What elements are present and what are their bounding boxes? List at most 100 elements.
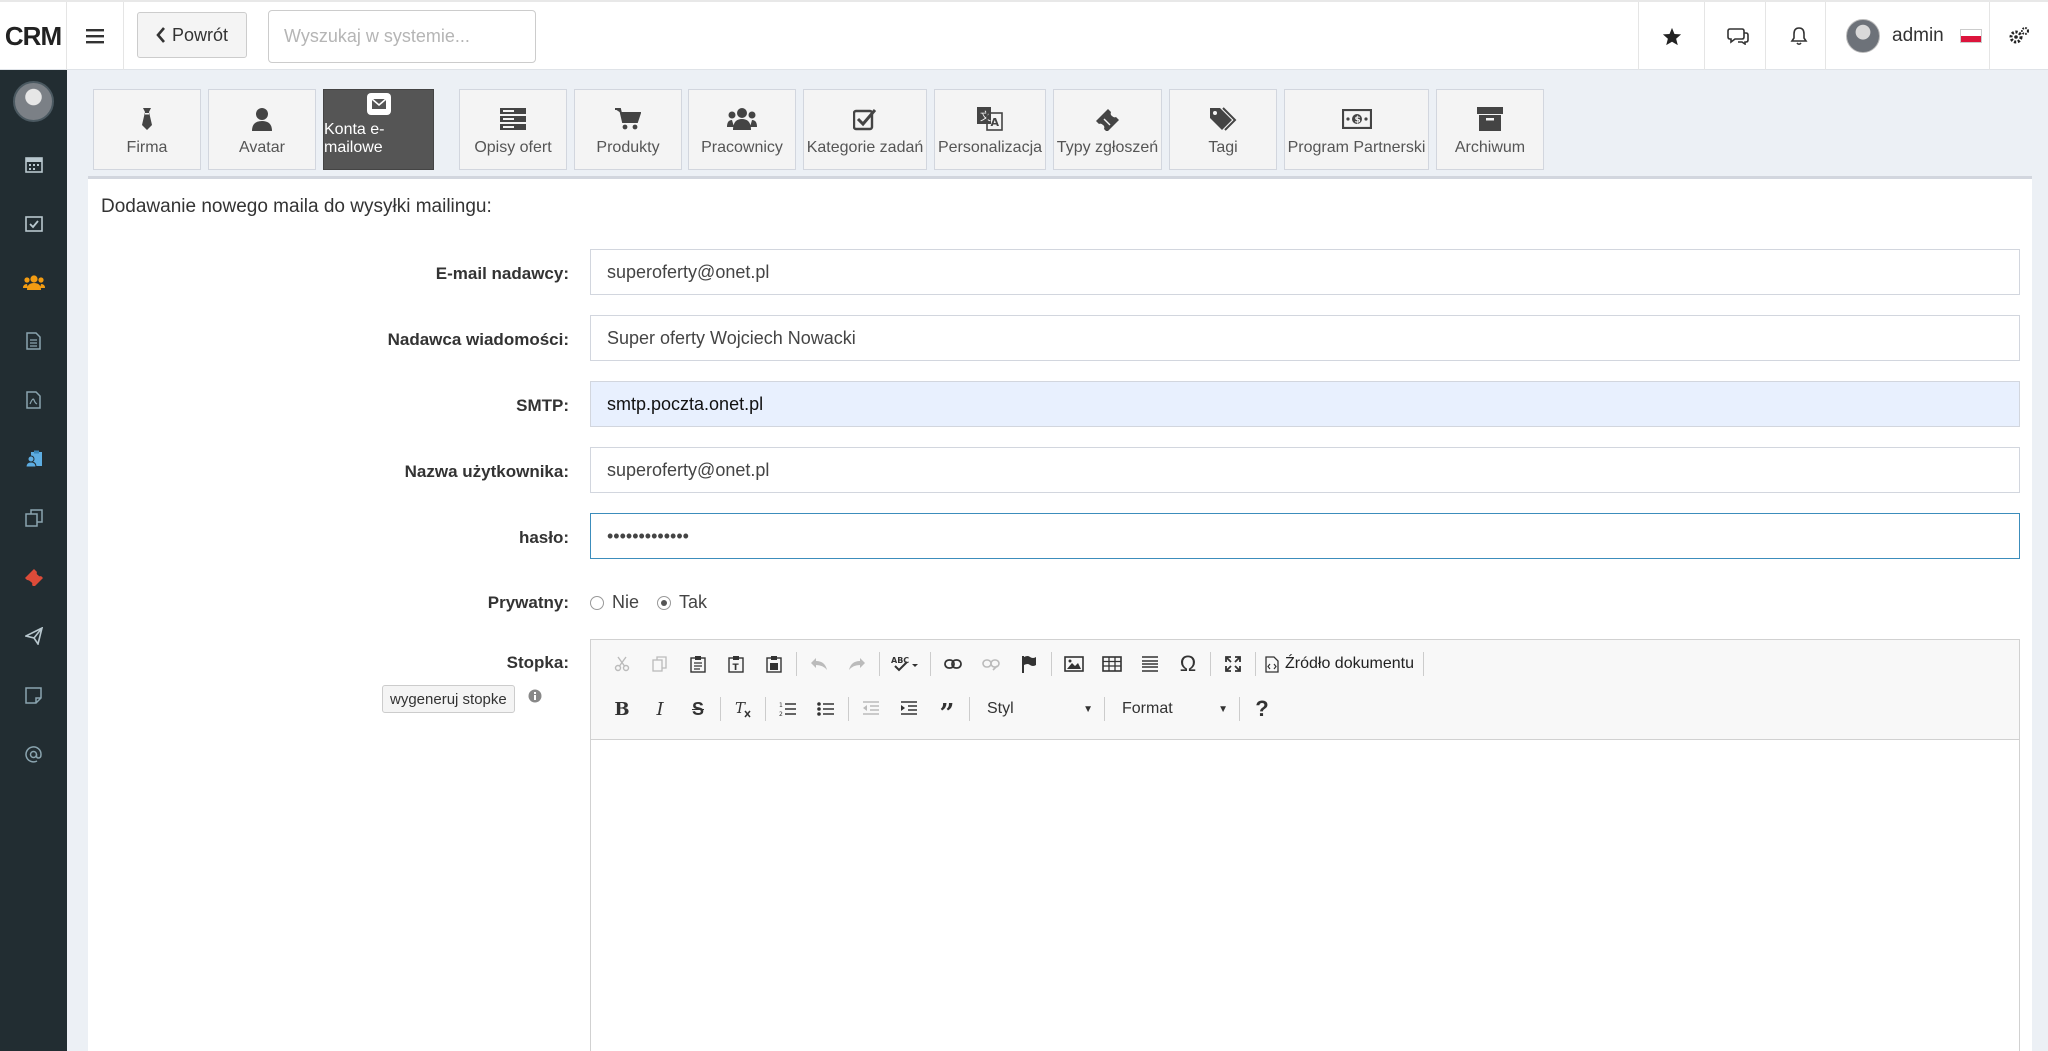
users-icon — [22, 275, 45, 290]
maximize-button[interactable] — [1214, 648, 1252, 680]
image-button[interactable] — [1055, 648, 1093, 680]
sidebar-item-pdf[interactable] — [0, 377, 67, 423]
sidebar-item-tickets[interactable] — [0, 554, 67, 600]
sidebar-item-mailing[interactable] — [0, 613, 67, 659]
blockquote-button[interactable]: ” — [928, 693, 966, 729]
table-button[interactable] — [1093, 648, 1131, 680]
private-label: Prywatny: — [487, 593, 569, 612]
notifications-button[interactable] — [1765, 2, 1831, 70]
redo-button[interactable] — [838, 648, 876, 680]
special-char-button[interactable]: Ω — [1169, 648, 1207, 680]
scissors-icon — [614, 656, 630, 672]
format-dropdown[interactable]: Format ▼ — [1108, 694, 1236, 724]
sidebar-item-tasks[interactable] — [0, 200, 67, 246]
smtp-field[interactable] — [590, 381, 2020, 427]
copy-button[interactable] — [641, 648, 679, 680]
tab-konta-emailowe[interactable]: Konta e-mailowe — [323, 89, 434, 170]
tags-icon — [1210, 107, 1237, 131]
comments-icon — [1726, 28, 1749, 45]
sidebar-item-email[interactable] — [0, 731, 67, 777]
unlink-icon — [982, 659, 1000, 671]
sender-email-field[interactable] — [590, 249, 2020, 295]
spellcheck-button[interactable]: ABC — [883, 648, 927, 680]
tab-personalizacja[interactable]: 文A Personalizacja — [934, 89, 1046, 170]
app-logo[interactable]: CRM — [0, 2, 66, 70]
source-button[interactable]: Źródło dokumentu — [1259, 648, 1420, 680]
tab-archiwum[interactable]: Archiwum — [1436, 89, 1544, 170]
sidebar-item-calendar[interactable] — [0, 141, 67, 187]
tab-typy-zgloszen[interactable]: Typy zgłoszeń — [1053, 89, 1162, 170]
tab-firma[interactable]: Firma — [93, 89, 201, 170]
link-button[interactable] — [934, 648, 972, 680]
clipboard-user-icon — [24, 450, 42, 468]
outdent-button[interactable] — [852, 693, 890, 725]
strikethrough-button[interactable]: S — [679, 693, 717, 725]
indent-button[interactable] — [890, 693, 928, 725]
spellcheck-icon: ABC — [891, 656, 918, 672]
toolbar-separator — [848, 697, 849, 721]
svg-text:T: T — [733, 663, 740, 673]
user-icon — [252, 108, 272, 131]
info-icon[interactable] — [528, 689, 542, 703]
back-button[interactable]: Powrót — [137, 12, 247, 58]
paste-button[interactable] — [679, 648, 717, 680]
source-button-label: Źródło dokumentu — [1285, 655, 1414, 672]
image-icon — [1064, 656, 1084, 672]
sidebar-item-notes[interactable] — [0, 672, 67, 718]
private-no-radio[interactable] — [590, 595, 604, 610]
sidebar-item-clipboard[interactable] — [0, 436, 67, 482]
tab-avatar[interactable]: Avatar — [208, 89, 316, 170]
cut-button[interactable] — [603, 648, 641, 680]
private-yes-radio[interactable] — [657, 595, 672, 610]
tab-label: Archiwum — [1454, 139, 1526, 156]
unlink-button[interactable] — [972, 648, 1010, 680]
tab-program-partnerski[interactable]: $ Program Partnerski — [1284, 89, 1429, 170]
bold-button[interactable]: B — [603, 693, 641, 725]
generate-footer-button[interactable]: wygeneruj stopke — [382, 685, 515, 713]
horizontal-rule-button[interactable] — [1131, 648, 1169, 680]
settings-button[interactable] — [1989, 2, 2048, 70]
toolbar-separator — [930, 652, 931, 676]
sender-name-field[interactable] — [590, 315, 2020, 361]
undo-icon — [811, 658, 827, 670]
menu-toggle-button[interactable] — [66, 2, 124, 70]
sticky-note-icon — [25, 686, 42, 704]
tab-opisy-ofert[interactable]: Opisy ofert — [459, 89, 567, 170]
remove-format-icon: T — [735, 700, 751, 718]
messages-button[interactable] — [1704, 2, 1770, 70]
search-input[interactable] — [268, 10, 536, 63]
toolbar-separator — [720, 697, 721, 721]
svg-text:T: T — [735, 700, 746, 717]
sidebar-avatar[interactable] — [13, 81, 54, 122]
username-label: Nazwa użytkownika: — [404, 462, 569, 481]
toolbar-separator — [796, 652, 797, 676]
tie-icon — [142, 108, 152, 130]
clipboard-word-icon — [766, 656, 782, 673]
tab-kategorie-zadan[interactable]: Kategorie zadań — [803, 89, 927, 170]
tab-label: Kategorie zadań — [806, 139, 924, 156]
undo-button[interactable] — [800, 648, 838, 680]
numbered-list-button[interactable]: 12 — [769, 693, 807, 725]
tab-pracownicy[interactable]: Pracownicy — [688, 89, 796, 170]
numbered-list-icon: 12 — [779, 702, 796, 717]
bullet-list-button[interactable] — [807, 693, 845, 725]
paste-text-button[interactable]: T — [717, 648, 755, 680]
toolbar-separator — [1104, 697, 1105, 721]
tab-tagi[interactable]: Tagi — [1169, 89, 1277, 170]
username-field[interactable] — [590, 447, 2020, 493]
sidebar-item-clients[interactable] — [0, 259, 67, 305]
sidebar-item-copy[interactable] — [0, 495, 67, 541]
editor-content-area[interactable] — [591, 740, 2019, 1051]
password-field[interactable] — [590, 513, 2020, 559]
italic-button[interactable]: I — [641, 693, 679, 725]
user-menu[interactable]: admin — [1825, 2, 1985, 70]
anchor-button[interactable] — [1010, 648, 1048, 680]
tab-label: Personalizacja — [937, 139, 1043, 156]
favorites-button[interactable] — [1638, 2, 1704, 70]
style-dropdown[interactable]: Styl ▼ — [973, 694, 1101, 724]
sidebar-item-documents[interactable] — [0, 318, 67, 364]
remove-format-button[interactable]: T — [724, 693, 762, 725]
help-button[interactable]: ? — [1243, 693, 1281, 725]
tab-produkty[interactable]: Produkty — [574, 89, 682, 170]
paste-word-button[interactable] — [755, 648, 793, 680]
